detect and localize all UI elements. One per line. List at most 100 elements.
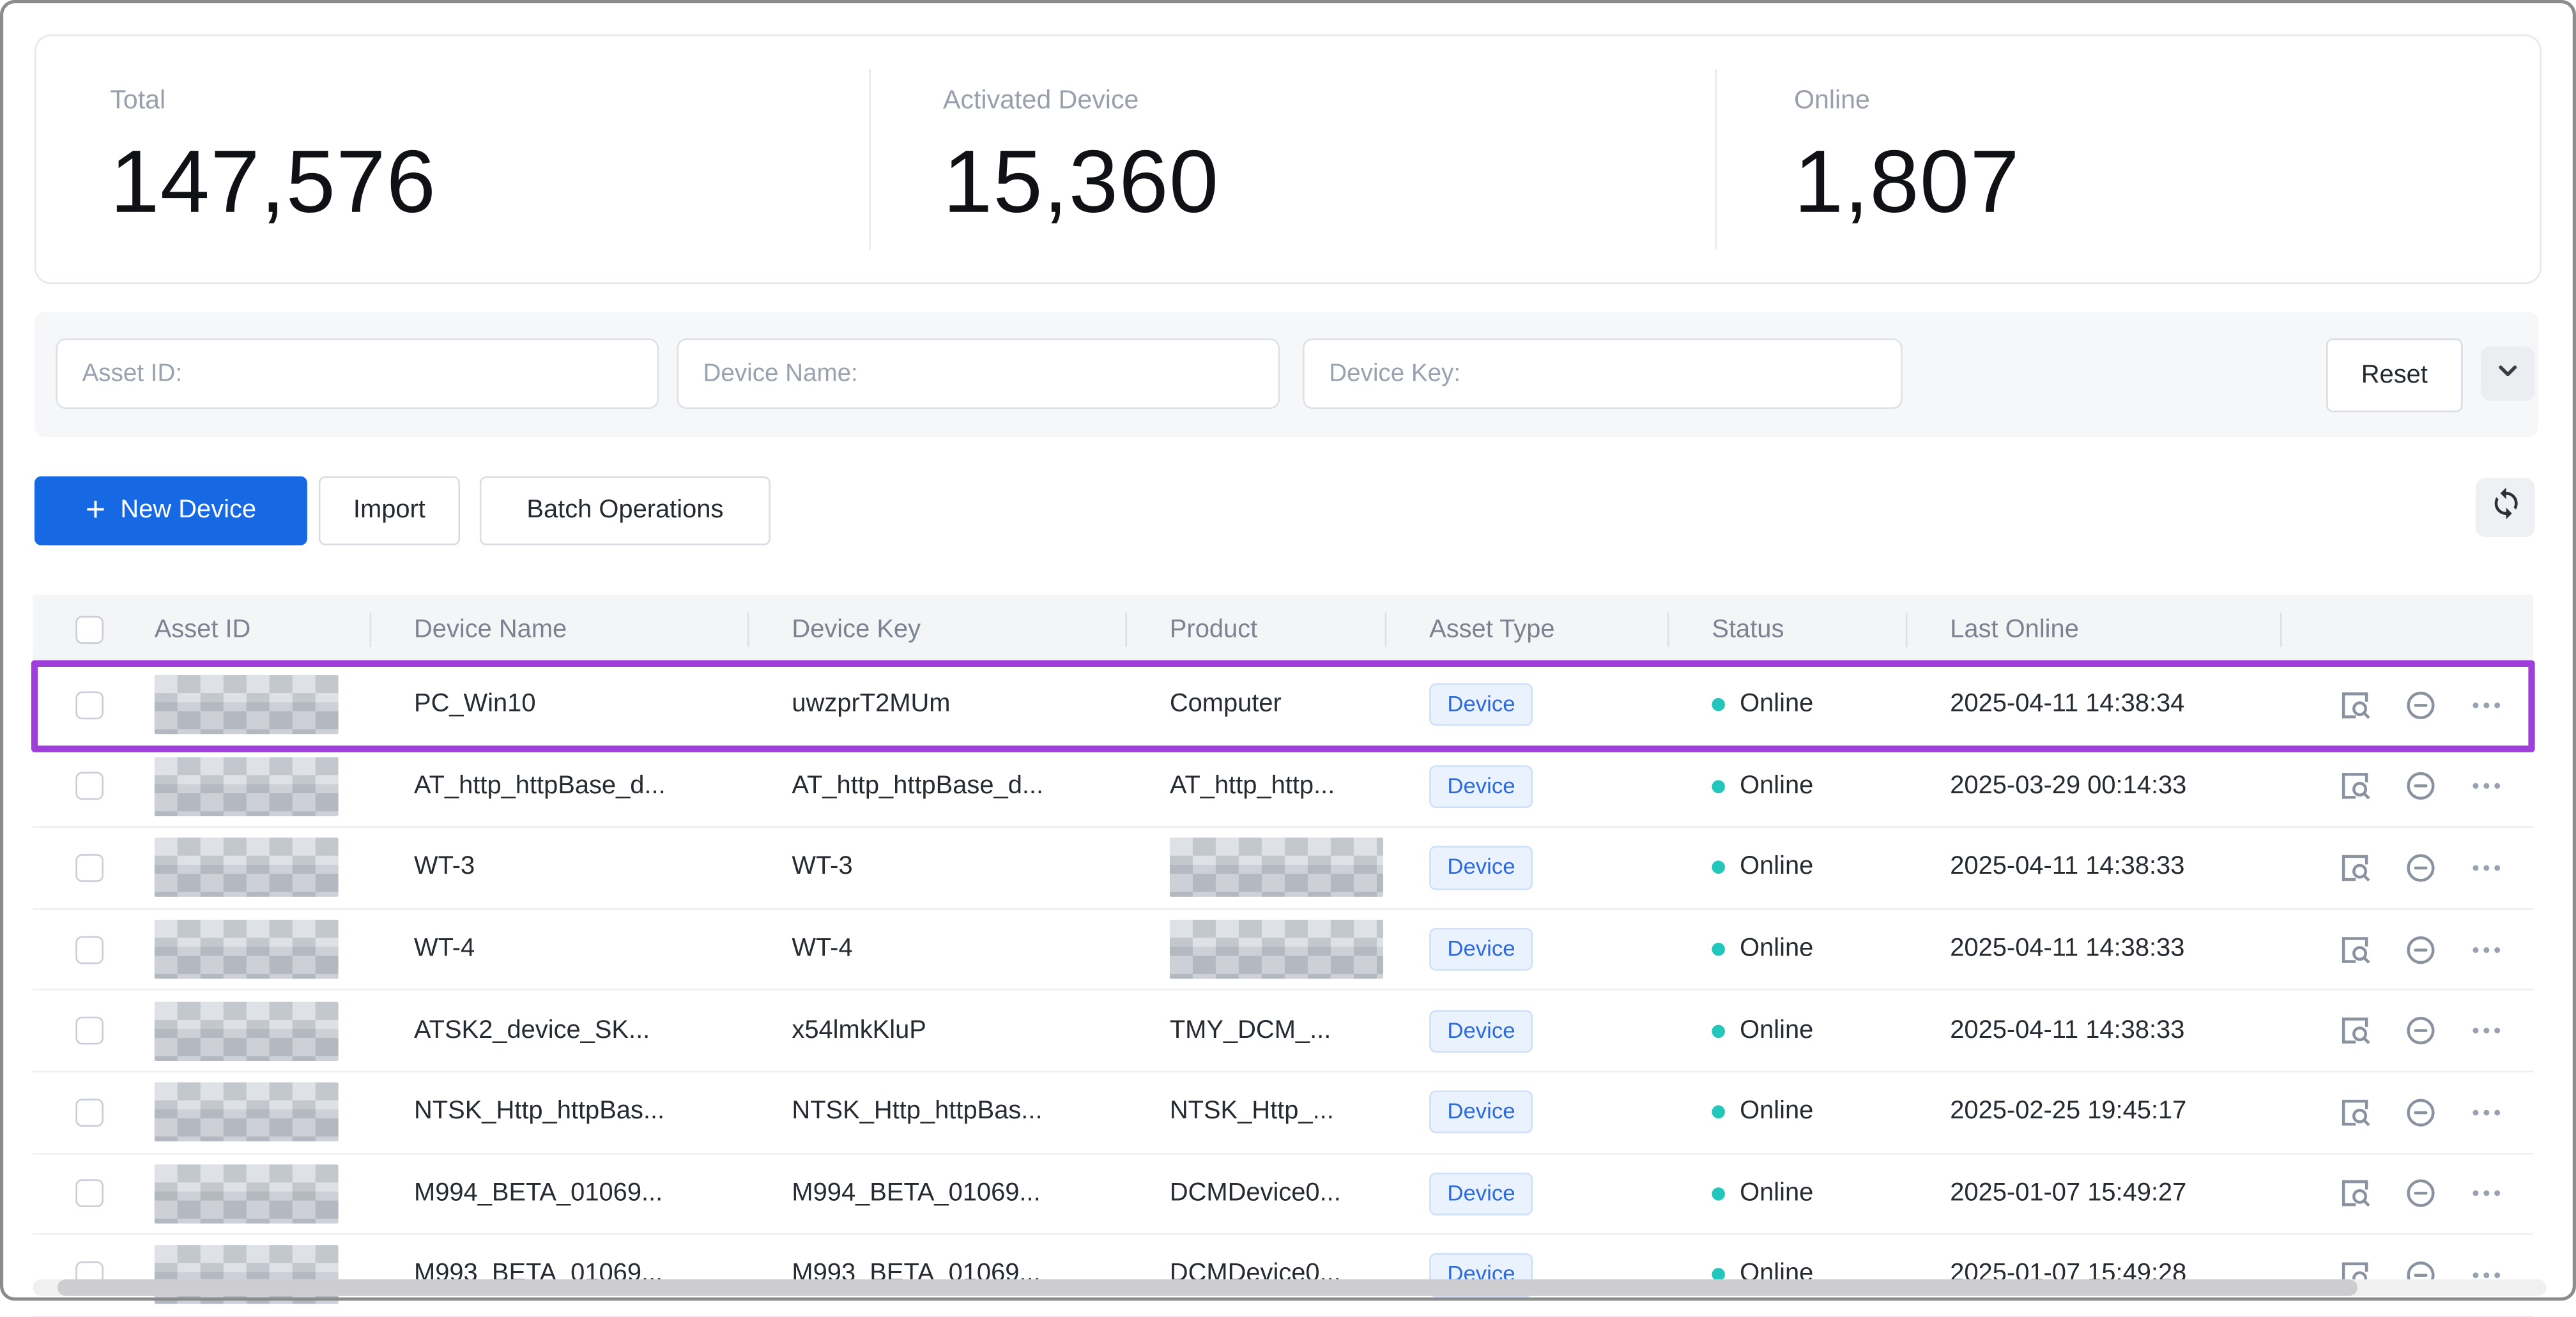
row-checkbox[interactable] xyxy=(75,1180,103,1208)
asset-type-badge: Device xyxy=(1429,1091,1533,1134)
reset-button[interactable]: Reset xyxy=(2326,339,2462,413)
stat-label: Activated Device xyxy=(943,87,1219,116)
table-row[interactable]: WT-4 WT-4 Device Online 2025-04-11 14:38… xyxy=(33,910,2533,991)
disable-icon[interactable] xyxy=(2404,932,2438,966)
view-details-icon[interactable] xyxy=(2338,932,2372,966)
table-row[interactable]: PC_Win10 uwzprT2MUm Computer Device Onli… xyxy=(33,665,2533,747)
device-management-page: Total 147,576 Activated Device 15,360 On… xyxy=(0,0,2576,1300)
status-text: Online xyxy=(1740,853,1813,883)
row-checkbox[interactable] xyxy=(75,854,103,882)
table-row[interactable]: AT_http_httpBase_d... AT_http_httpBase_d… xyxy=(33,747,2533,828)
refresh-icon xyxy=(2488,486,2522,529)
select-all-checkbox[interactable] xyxy=(75,616,103,644)
disable-icon[interactable] xyxy=(2404,769,2438,803)
row-checkbox[interactable] xyxy=(75,1099,103,1127)
more-icon[interactable] xyxy=(2469,769,2504,803)
device-key-cell: WT-3 xyxy=(749,828,1127,908)
refresh-button[interactable] xyxy=(2476,478,2535,537)
status-text: Online xyxy=(1740,1097,1813,1127)
device-key-cell: WT-4 xyxy=(749,910,1127,989)
device-key-cell: NTSK_Http_httpBas... xyxy=(749,1072,1127,1152)
asset-id-input[interactable] xyxy=(56,339,659,409)
more-icon[interactable] xyxy=(2469,1014,2504,1048)
last-online-cell: 2025-04-11 14:38:33 xyxy=(1907,991,2281,1071)
asset-type-badge: Device xyxy=(1429,765,1533,808)
column-header-asset-type: Asset Type xyxy=(1386,595,1669,666)
column-header-asset-id: Asset ID xyxy=(144,595,371,666)
product-cell: NTSK_Http_... xyxy=(1127,1072,1386,1152)
more-icon[interactable] xyxy=(2469,1176,2504,1211)
row-checkbox[interactable] xyxy=(75,773,103,801)
device-key-cell: AT_http_httpBase_d... xyxy=(749,747,1127,826)
view-details-icon[interactable] xyxy=(2338,1095,2372,1130)
table-row[interactable]: ATSK2_device_SK... x54lmkKluP TMY_DCM_..… xyxy=(33,991,2533,1073)
chevron-down-icon xyxy=(2496,357,2520,390)
status-text: Online xyxy=(1740,772,1813,801)
view-details-icon[interactable] xyxy=(2338,1176,2372,1211)
horizontal-scrollbar-thumb[interactable] xyxy=(57,1279,2358,1295)
horizontal-scrollbar-track[interactable] xyxy=(33,1279,2546,1295)
table-row[interactable]: M993_BETA_01069... M993_BETA_01069... DC… xyxy=(33,1235,2533,1317)
device-name-cell: PC_Win10 xyxy=(371,665,749,745)
view-details-icon[interactable] xyxy=(2338,769,2372,803)
view-details-icon[interactable] xyxy=(2338,1014,2372,1048)
row-checkbox[interactable] xyxy=(75,936,103,964)
asset-type-badge: Device xyxy=(1429,1172,1533,1215)
last-online-cell: 2025-04-11 14:38:33 xyxy=(1907,910,2281,989)
device-key-cell: M994_BETA_01069... xyxy=(749,1154,1127,1234)
filter-expand-button[interactable] xyxy=(2481,347,2535,401)
last-online-cell: 2025-01-07 15:49:28 xyxy=(1907,1235,2281,1315)
device-name-input[interactable] xyxy=(677,339,1280,409)
stats-divider xyxy=(1715,69,1717,250)
more-icon[interactable] xyxy=(2469,851,2504,885)
column-header-last-online: Last Online xyxy=(1907,595,2281,666)
row-checkbox[interactable] xyxy=(75,1017,103,1045)
disable-icon[interactable] xyxy=(2404,1014,2438,1048)
view-details-icon[interactable] xyxy=(2338,688,2372,722)
last-online-cell: 2025-02-25 19:45:17 xyxy=(1907,1072,2281,1152)
device-key-cell: x54lmkKluP xyxy=(749,991,1127,1071)
device-key-cell: uwzprT2MUm xyxy=(749,665,1127,745)
stat-value: 147,576 xyxy=(110,132,436,233)
device-name-cell: AT_http_httpBase_d... xyxy=(371,747,749,826)
device-name-cell: NTSK_Http_httpBas... xyxy=(371,1072,749,1152)
asset-type-badge: Device xyxy=(1429,928,1533,971)
more-icon[interactable] xyxy=(2469,1095,2504,1130)
last-online-cell: 2025-04-11 14:38:33 xyxy=(1907,828,2281,908)
asset-type-badge: Device xyxy=(1429,683,1533,726)
online-status-dot xyxy=(1712,1106,1725,1119)
product-cell: AT_http_http... xyxy=(1127,747,1386,826)
import-button[interactable]: Import xyxy=(319,476,460,545)
stat-label: Online xyxy=(1794,87,2020,116)
disable-icon[interactable] xyxy=(2404,688,2438,722)
row-checkbox[interactable] xyxy=(75,691,103,719)
status-text: Online xyxy=(1740,690,1813,720)
product-cell xyxy=(1127,910,1386,989)
table-row[interactable]: NTSK_Http_httpBas... NTSK_Http_httpBas..… xyxy=(33,1072,2533,1154)
more-icon[interactable] xyxy=(2469,688,2504,722)
disable-icon[interactable] xyxy=(2404,1095,2438,1130)
import-button-label: Import xyxy=(353,496,425,526)
device-key-input[interactable] xyxy=(1303,339,1903,409)
stat-online: Online 1,807 xyxy=(1794,36,2020,283)
table-row[interactable]: WT-3 WT-3 Device Online 2025-04-11 14:38… xyxy=(33,828,2533,910)
device-name-cell: WT-4 xyxy=(371,910,749,989)
table-row[interactable]: M994_BETA_01069... M994_BETA_01069... DC… xyxy=(33,1154,2533,1236)
batch-operations-button[interactable]: Batch Operations xyxy=(480,476,770,545)
view-details-icon[interactable] xyxy=(2338,851,2372,885)
disable-icon[interactable] xyxy=(2404,851,2438,885)
status-text: Online xyxy=(1740,934,1813,964)
redacted-asset-id xyxy=(155,1245,339,1305)
table-header: Asset ID Device Name Device Key Product … xyxy=(33,595,2533,666)
device-name-cell: ATSK2_device_SK... xyxy=(371,991,749,1071)
product-cell: DCMDevice0... xyxy=(1127,1235,1386,1315)
more-icon[interactable] xyxy=(2469,932,2504,966)
new-device-button[interactable]: + New Device xyxy=(34,476,307,545)
disable-icon[interactable] xyxy=(2404,1176,2438,1211)
online-status-dot xyxy=(1712,1024,1725,1038)
column-header-actions xyxy=(2282,595,2533,666)
redacted-asset-id xyxy=(155,1001,339,1061)
last-online-cell: 2025-03-29 00:14:33 xyxy=(1907,747,2281,826)
redacted-product xyxy=(1170,839,1383,898)
column-header-product: Product xyxy=(1127,595,1386,666)
